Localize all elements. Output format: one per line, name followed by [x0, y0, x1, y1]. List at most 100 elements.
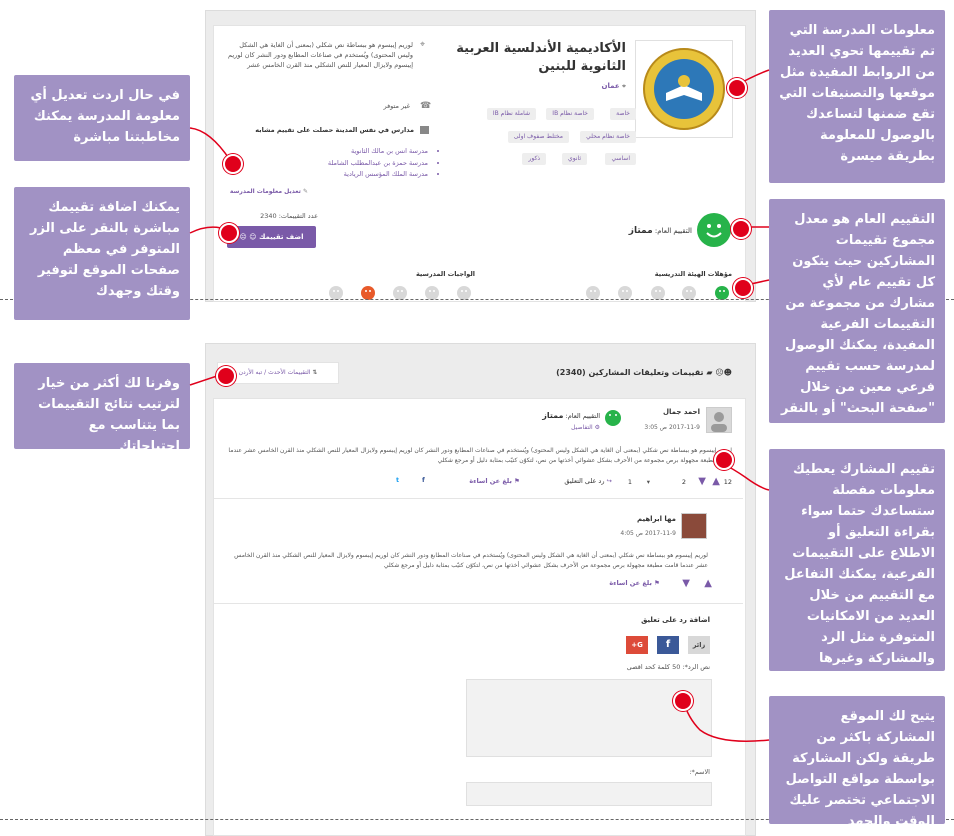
edit-icon: ✎ — [302, 188, 308, 195]
callout-school-info: معلومات المدرسة التي تم تقييمها تحوي الع… — [769, 10, 945, 183]
edit-info-label: تعديل معلومات المدرسة — [229, 188, 301, 195]
review-details-link[interactable]: ⚙ التفاصيل — [540, 424, 600, 431]
tag-basic[interactable]: اساسي — [605, 153, 636, 165]
marker-dot — [733, 278, 753, 298]
reviews-title-label: تقييمات وتعليقات المشاركين — [588, 368, 704, 377]
flag-icon: ⚑ — [514, 477, 520, 485]
ratings-count: عدد التقييمات: 2340 — [228, 212, 318, 220]
review-overall-value: ممتاز — [542, 411, 564, 420]
reply-text: لوريم إيبسوم هو ببساطة نص شكلي (بمعنى أن… — [234, 552, 708, 569]
avatar — [681, 513, 707, 539]
review-overall-label: التقييم العام: — [565, 412, 600, 420]
tag-mixed[interactable]: مختلط صفوف اولى — [507, 131, 569, 143]
reply-time: 2017-11-9 ص 4:05 — [620, 530, 676, 537]
similar-school-2[interactable]: مدرسة حمزة بن عبدالمطلب الشاملة — [250, 158, 428, 170]
reply-text-hint: 50 كلمة كحد اقصى — [626, 663, 681, 671]
location-label: عمان — [601, 82, 620, 90]
reply-textarea[interactable] — [466, 679, 712, 757]
comment-icon: ▰ — [706, 368, 713, 377]
location-icon: ⌖ — [622, 82, 626, 90]
sub-rating-face-icon — [425, 286, 439, 300]
school-description: لوريم إيبسوم هو ببساطة نص شكلي (بمعنى أن… — [228, 41, 413, 69]
facebook-login-icon[interactable]: f — [657, 636, 679, 654]
school-phone: غير متوفر — [383, 102, 410, 110]
overall-rating-face-icon — [697, 213, 731, 247]
add-rating-button[interactable]: اضف تقييمك ☺ ☹ — [227, 226, 316, 248]
reviews-count: (2340) — [556, 368, 586, 377]
reply-button[interactable]: ↪ رد على التعليق — [564, 477, 612, 485]
review-author[interactable]: احمد جمال — [640, 408, 700, 416]
phone-icon: ☎ — [420, 101, 432, 111]
review-overall-face-icon — [605, 410, 621, 426]
marker-dot — [216, 366, 236, 386]
reply-icon: ↪ — [606, 477, 612, 485]
reply-text-field-label: نص الرد*: 50 كلمة كحد اقصى — [560, 663, 710, 671]
tag-secondary[interactable]: ثانوي — [562, 153, 587, 165]
location-pin-icon: ⌖ — [420, 40, 426, 50]
tag-ib[interactable]: خاصة نظام IB — [546, 108, 594, 120]
sub-rating-selected-icon — [361, 286, 375, 300]
reviews-title: ☻☹ ▰ تقييمات وتعليقات المشاركين (2340) — [556, 368, 732, 377]
sub-rating-face-icon — [393, 286, 407, 300]
reply-actions: ▲ ▼ ⚑ بلغ عن اساءة — [550, 578, 712, 592]
review-text: لوريم إيبسوم هو ببساطة نص شكلي (بمعنى أن… — [228, 447, 732, 464]
similar-title: مدارس في نفس المدينة حصلت على تقييم مشاب… — [255, 126, 414, 134]
sub-rating-teachers-label: مؤهلات الهيئة التدريسية — [654, 270, 732, 278]
ratings-count-value: 2340 — [260, 212, 277, 220]
marker-dot — [714, 450, 734, 470]
reply-author[interactable]: مها ابراهيم — [610, 515, 676, 523]
school-logo — [635, 40, 733, 138]
dislikes-count: 2 — [681, 478, 686, 486]
sort-label: التقييمات الأحدث / تبه الأردن — [238, 369, 311, 376]
similar-icon — [420, 126, 429, 134]
sub-rating-face-icon — [457, 286, 471, 300]
school-location[interactable]: ⌖ عمان — [560, 82, 626, 91]
similar-school-3[interactable]: مدرسة الملك المؤسس الريادية — [250, 169, 428, 181]
school-name: الأكاديمية الأندلسية العربية الثانوية لل… — [456, 41, 626, 74]
sub-rating-face-icon — [329, 286, 343, 300]
report-button[interactable]: ⚑ بلغ عن اساءة — [469, 477, 520, 485]
sub-rating-face-icon — [618, 286, 632, 300]
tag-local[interactable]: خاصة نظام محلي — [580, 131, 636, 143]
ratings-count-label: عدد التقييمات: — [278, 212, 318, 220]
overall-rating: التقييم العام: ممتاز — [600, 226, 692, 236]
reviews-header: ☻☹ ▰ تقييمات وتعليقات المشاركين (2340) ⇅… — [213, 358, 744, 390]
report-button[interactable]: ⚑ بلغ عن اساءة — [609, 579, 660, 587]
likes-count: 12 — [723, 478, 732, 486]
review-overall: التقييم العام: ممتاز — [500, 411, 600, 420]
sub-rating-face-icon — [682, 286, 696, 300]
tag-boys[interactable]: ذكور — [522, 153, 546, 165]
reply-text-label: نص الرد*: — [682, 663, 710, 671]
divider — [214, 603, 743, 604]
details-label: التفاصيل — [571, 424, 593, 431]
marker-dot — [731, 219, 751, 239]
replies-count: 1 — [627, 478, 632, 486]
marker-dot — [219, 223, 239, 243]
dislike-icon[interactable]: ▼ — [682, 578, 690, 589]
google-plus-login-icon[interactable]: G+ — [626, 636, 648, 654]
avatar — [706, 407, 732, 433]
dislike-icon[interactable]: ▼ — [698, 476, 706, 487]
tag-private[interactable]: خاصة — [610, 108, 636, 120]
add-rating-face-icon: ☺ ☹ — [239, 233, 257, 241]
sub-rating-homework-label: الواجبات المدرسية — [415, 270, 475, 278]
callout-overall-rating: التقييم العام هو معدل مجموع تقييمات المش… — [769, 199, 945, 437]
sort-icon: ⇅ — [312, 369, 318, 376]
like-icon[interactable]: ▲ — [704, 578, 712, 589]
chevron-down-icon[interactable]: ▾ — [647, 478, 650, 486]
facebook-icon[interactable]: f — [422, 476, 425, 484]
details-icon: ⚙ — [594, 424, 600, 431]
similar-list: مدرسة انس بن مالك الثانوية مدرسة حمزة بن… — [250, 146, 440, 181]
marker-dot — [223, 154, 243, 174]
visitor-tab[interactable]: زائر — [688, 636, 710, 654]
like-icon[interactable]: ▲ — [712, 476, 720, 487]
marker-dot — [727, 78, 747, 98]
sub-rating-face-icon — [651, 286, 665, 300]
reviews-faces-icon: ☻☹ — [715, 368, 732, 377]
similar-school-1[interactable]: مدرسة انس بن مالك الثانوية — [250, 146, 428, 158]
review-time: 2017-11-9 ص 3:05 — [644, 424, 700, 431]
name-input[interactable] — [466, 782, 712, 806]
tag-ib-comprehensive[interactable]: شاملة نظام IB — [486, 108, 536, 120]
edit-info-link[interactable]: ✎ تعديل معلومات المدرسة — [228, 188, 308, 195]
twitter-icon[interactable]: t — [396, 476, 399, 484]
